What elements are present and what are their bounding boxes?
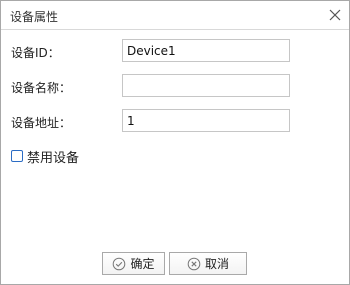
cancel-button-label: 取消 [204,257,229,271]
device-properties-dialog: 设备属性 设备ID： 设备名称： 设备地址： 禁用设备 确定 取 [0,0,350,285]
close-icon [329,9,341,21]
device-name-label: 设备名称： [11,81,72,95]
disable-device-label: 禁用设备 [27,150,80,166]
cancel-button[interactable]: 取消 [169,252,247,275]
disable-device-checkbox-row[interactable]: 禁用设备 [11,148,80,166]
device-name-input[interactable] [122,74,290,97]
check-circle-icon [113,257,126,270]
device-address-input[interactable] [122,109,290,132]
close-button[interactable] [327,7,343,23]
disable-device-checkbox[interactable] [11,150,23,162]
ok-button-label: 确定 [130,257,155,271]
x-circle-icon [187,257,201,270]
dialog-titlebar: 设备属性 [1,1,349,30]
dialog-title: 设备属性 [10,10,59,24]
device-id-input[interactable] [122,39,290,62]
device-address-label: 设备地址： [11,116,72,130]
ok-button[interactable]: 确定 [102,252,165,275]
device-id-label: 设备ID： [11,46,60,60]
